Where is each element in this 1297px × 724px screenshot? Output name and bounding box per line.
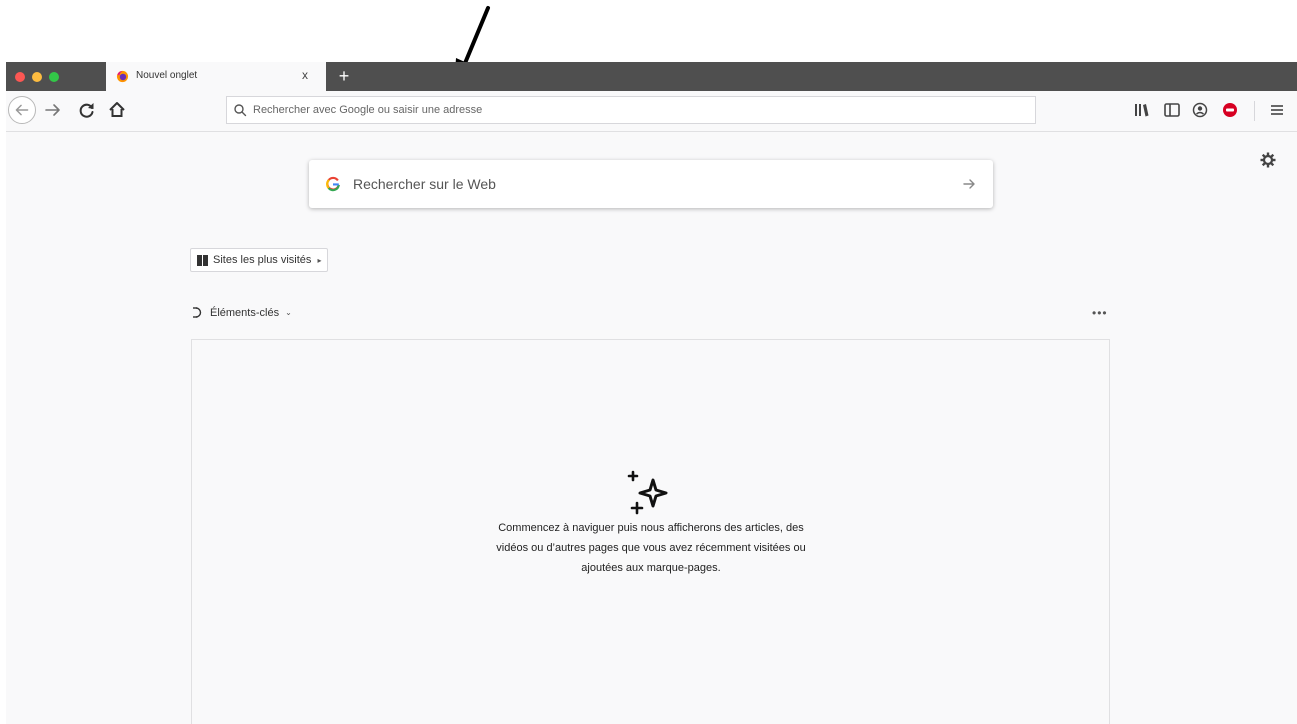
chevron-down-icon: ⌄ <box>285 308 292 317</box>
library-icon[interactable] <box>1132 100 1152 120</box>
search-placeholder: Rechercher sur le Web <box>353 176 496 192</box>
more-options-button[interactable]: ••• <box>1092 306 1108 320</box>
highlights-section-toggle[interactable]: Éléments-clés ⌄ <box>192 306 292 319</box>
url-input[interactable] <box>253 100 1023 120</box>
search-icon <box>234 104 247 117</box>
zoom-window-button[interactable] <box>49 72 59 82</box>
gear-icon[interactable] <box>1258 150 1278 170</box>
firefox-logo-icon <box>116 70 129 83</box>
url-bar[interactable] <box>226 96 1036 124</box>
minimize-window-button[interactable] <box>32 72 42 82</box>
google-logo-icon <box>326 176 340 192</box>
highlights-label: Éléments-clés <box>210 306 280 319</box>
close-window-button[interactable] <box>15 72 25 82</box>
tab-new-tab[interactable]: Nouvel onglet x <box>106 62 326 91</box>
home-icon[interactable] <box>104 97 130 123</box>
sparkle-icon <box>627 470 668 515</box>
navigation-toolbar <box>6 91 1297 132</box>
caret-right-icon: ▸ <box>317 255 322 265</box>
hamburger-menu-icon[interactable] <box>1267 100 1287 120</box>
top-sites-section-toggle[interactable]: Sites les plus visités ▸ <box>190 248 329 272</box>
top-sites-grid-icon <box>197 254 208 266</box>
tab-strip: Nouvel onglet x + <box>6 62 1297 91</box>
tab-title: Nouvel onglet <box>136 70 198 81</box>
highlights-empty-panel: Commencez à naviguer puis nous affichero… <box>191 339 1110 724</box>
toolbar-separator <box>1254 101 1255 121</box>
sidebar-icon[interactable] <box>1162 100 1182 120</box>
highlights-icon <box>193 307 202 318</box>
back-arrow-icon[interactable] <box>8 96 36 124</box>
browser-window: Nouvel onglet x + Rechercher avec Google… <box>6 62 1297 724</box>
web-search-box[interactable]: Rechercher sur le Web <box>309 160 993 208</box>
reload-icon[interactable] <box>74 97 100 123</box>
new-tab-button[interactable]: + <box>333 64 355 88</box>
account-icon[interactable] <box>1190 100 1210 120</box>
tab-close-icon[interactable]: x <box>302 68 308 82</box>
forward-arrow-icon[interactable] <box>40 97 66 123</box>
top-sites-label: Sites les plus visités <box>213 254 312 266</box>
addon-icon[interactable] <box>1220 100 1240 120</box>
arrow-right-icon[interactable] <box>959 174 979 194</box>
empty-state-message: Commencez à naviguer puis nous affichero… <box>496 522 806 574</box>
